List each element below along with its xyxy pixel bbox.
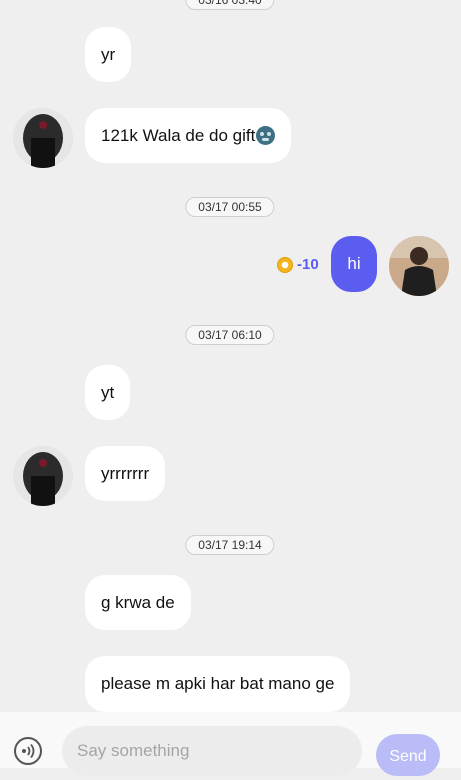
coin-icon (277, 256, 293, 273)
timestamp: 03/16 03:40 (185, 0, 275, 10)
message-text: g krwa de (101, 592, 175, 612)
incoming-message[interactable]: 121k Wala de do gift (85, 108, 292, 163)
contact-avatar-image (13, 108, 73, 168)
message-text: 121k Wala de do gift (101, 125, 256, 145)
message-text: yr (101, 44, 116, 64)
message-text: yt (101, 382, 115, 402)
contact-avatar[interactable] (13, 108, 73, 168)
contact-avatar[interactable] (13, 446, 73, 506)
voice-input-button[interactable] (14, 737, 42, 765)
send-button[interactable]: Send (376, 734, 440, 776)
voice-input-icon (22, 743, 35, 759)
timestamp: 03/17 00:55 (185, 197, 275, 217)
incoming-message[interactable]: g krwa de (85, 575, 191, 630)
incoming-message[interactable]: yt (85, 365, 131, 420)
face-emoji-icon (256, 126, 276, 145)
message-text: please m apki har bat mano ge (101, 674, 335, 693)
message-input[interactable]: Say something (62, 726, 362, 776)
timestamp: 03/17 06:10 (185, 325, 275, 345)
chat-thread[interactable]: 03/16 03:40 yr 121k Wala de do gift 03/1… (0, 0, 461, 712)
incoming-message[interactable]: yrrrrrrr (85, 446, 166, 501)
incoming-message[interactable]: please m apki har bat mano ge (85, 656, 351, 712)
user-avatar-image (389, 236, 449, 296)
composer-bar: Say something Send (0, 712, 461, 776)
coin-amount: -10 (297, 256, 319, 273)
message-text: yrrrrrrr (101, 463, 150, 483)
contact-avatar-image (13, 446, 73, 506)
outgoing-message[interactable]: hi (331, 236, 377, 292)
timestamp: 03/17 19:14 (185, 535, 275, 555)
user-avatar[interactable] (389, 236, 449, 296)
message-text: hi (347, 254, 361, 273)
coin-cost: -10 (277, 256, 319, 273)
incoming-message[interactable]: yr (85, 27, 132, 82)
